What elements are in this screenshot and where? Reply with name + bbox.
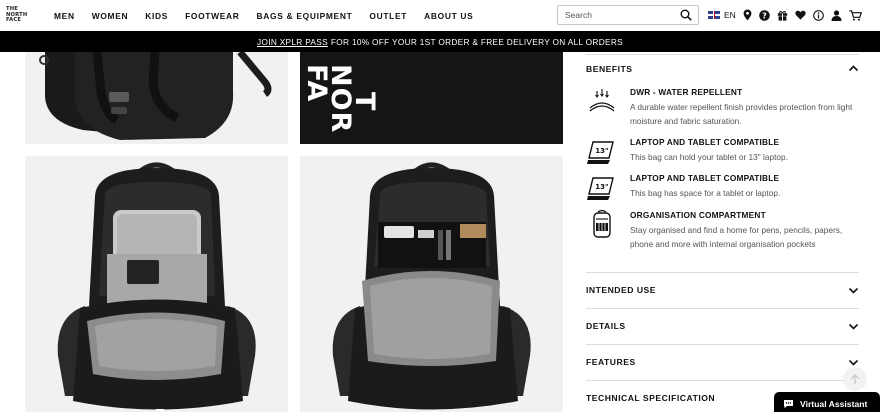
main-nav: MEN WOMEN KIDS FOOTWEAR BAGS & EQUIPMENT… bbox=[54, 11, 490, 21]
backpack-back-photo bbox=[39, 52, 272, 140]
divider bbox=[586, 54, 859, 55]
benefits-heading: BENEFITS bbox=[586, 63, 633, 74]
divider bbox=[586, 272, 859, 273]
backpack-open-laptop-photo: NC bbox=[57, 162, 256, 412]
uk-flag-icon bbox=[708, 11, 720, 19]
gift-icon[interactable] bbox=[777, 10, 788, 21]
language-selector[interactable]: EN bbox=[708, 10, 736, 20]
chevron-down-icon bbox=[848, 323, 859, 330]
accordion-label: INTENDED USE bbox=[586, 285, 656, 295]
wishlist-icon[interactable] bbox=[795, 10, 806, 20]
benefit-title: ORGANISATION COMPARTMENT bbox=[630, 210, 766, 220]
bag-print-small-left: NC bbox=[153, 408, 166, 412]
chevron-up-icon bbox=[848, 65, 859, 72]
product-image-open-laptop[interactable]: NC bbox=[25, 156, 288, 412]
backpack-organiser-icon bbox=[593, 209, 611, 238]
virtual-assistant-label: Virtual Assistant bbox=[800, 399, 868, 409]
logo-line-3: FACE bbox=[6, 17, 22, 24]
product-image-open-organiser[interactable]: NC bbox=[300, 156, 563, 412]
benefit-description: A durable water repellent finish provide… bbox=[630, 102, 853, 126]
nav-footwear[interactable]: FOOTWEAR bbox=[185, 11, 239, 21]
divider bbox=[586, 344, 859, 345]
site-header: THE NORTH FACE MEN WOMEN KIDS FOOTWEAR B… bbox=[0, 0, 880, 31]
benefit-title: LAPTOP AND TABLET COMPATIBLE bbox=[630, 137, 780, 147]
info-icon[interactable] bbox=[812, 9, 824, 21]
cart-icon[interactable] bbox=[849, 9, 862, 21]
accordion-intended-use[interactable]: INTENDED USE bbox=[586, 282, 859, 298]
laptop-size-badge: 13" bbox=[595, 183, 608, 191]
header-icons: EN ? bbox=[708, 7, 869, 23]
back-to-top-button[interactable] bbox=[843, 367, 867, 391]
chat-bubble-icon bbox=[784, 400, 793, 409]
nav-women[interactable]: WOMEN bbox=[92, 11, 129, 21]
chevron-down-icon bbox=[848, 287, 859, 294]
laptop-13-icon: 13" bbox=[587, 177, 614, 200]
language-label: EN bbox=[724, 10, 736, 20]
promo-text: FOR 10% OFF YOUR 1ST ORDER & FREE DELIVE… bbox=[330, 36, 623, 47]
product-image-back[interactable] bbox=[25, 52, 288, 144]
search-input[interactable] bbox=[558, 10, 670, 20]
benefit-description: Stay organised and find a home for pens,… bbox=[630, 225, 843, 249]
benefit-description: This bag has space for a tablet or lapto… bbox=[630, 188, 781, 198]
search-icon[interactable] bbox=[680, 9, 692, 21]
divider bbox=[586, 380, 859, 381]
backpack-open-organiser-photo: NC bbox=[332, 162, 531, 412]
nav-outlet[interactable]: OUTLET bbox=[369, 11, 407, 21]
product-image-detail[interactable]: T NOR FA bbox=[300, 52, 563, 144]
promo-banner: JOIN XPLR PASS FOR 10% OFF YOUR 1ST ORDE… bbox=[0, 31, 880, 52]
nav-bags-equipment[interactable]: BAGS & EQUIPMENT bbox=[257, 11, 353, 21]
accordion-features[interactable]: FEATURES bbox=[586, 354, 859, 370]
accordion-label: DETAILS bbox=[586, 321, 626, 331]
nav-men[interactable]: MEN bbox=[54, 11, 75, 21]
brand-logo[interactable]: THE NORTH FACE bbox=[0, 0, 40, 31]
accordion-label: TECHNICAL SPECIFICATION bbox=[586, 393, 716, 403]
product-info-panel: BENEFITS DWR - WATER REPELLENT A durable… bbox=[586, 52, 859, 412]
arrow-up-icon bbox=[850, 373, 860, 384]
laptop-size-badge: 13" bbox=[595, 147, 608, 155]
join-xplr-pass-link[interactable]: JOIN XPLR PASS bbox=[257, 37, 328, 47]
benefit-title: LAPTOP AND TABLET COMPATIBLE bbox=[630, 173, 780, 183]
accordion-benefits[interactable]: BENEFITS bbox=[586, 63, 859, 74]
nav-about-us[interactable]: ABOUT US bbox=[424, 11, 473, 21]
search-box bbox=[557, 5, 699, 25]
bag-logo-print: T NOR FA bbox=[301, 54, 380, 133]
store-locator-icon[interactable] bbox=[743, 9, 752, 21]
laptop-13-icon: 13" bbox=[587, 141, 614, 164]
virtual-assistant-button[interactable]: Virtual Assistant bbox=[774, 392, 880, 412]
water-repellent-icon bbox=[589, 89, 615, 112]
account-icon[interactable] bbox=[831, 9, 842, 21]
nav-kids[interactable]: KIDS bbox=[145, 11, 168, 21]
chevron-down-icon bbox=[848, 359, 859, 366]
help-icon[interactable]: ? bbox=[759, 9, 770, 21]
accordion-details[interactable]: DETAILS bbox=[586, 318, 859, 334]
divider bbox=[586, 308, 859, 309]
accordion-label: FEATURES bbox=[586, 357, 636, 367]
benefit-description: This bag can hold your tablet or 13" lap… bbox=[630, 152, 788, 162]
svg-text:?: ? bbox=[762, 11, 767, 20]
product-gallery: T NOR FA NC bbox=[0, 52, 570, 412]
benefit-title: DWR - WATER REPELLENT bbox=[630, 87, 743, 97]
